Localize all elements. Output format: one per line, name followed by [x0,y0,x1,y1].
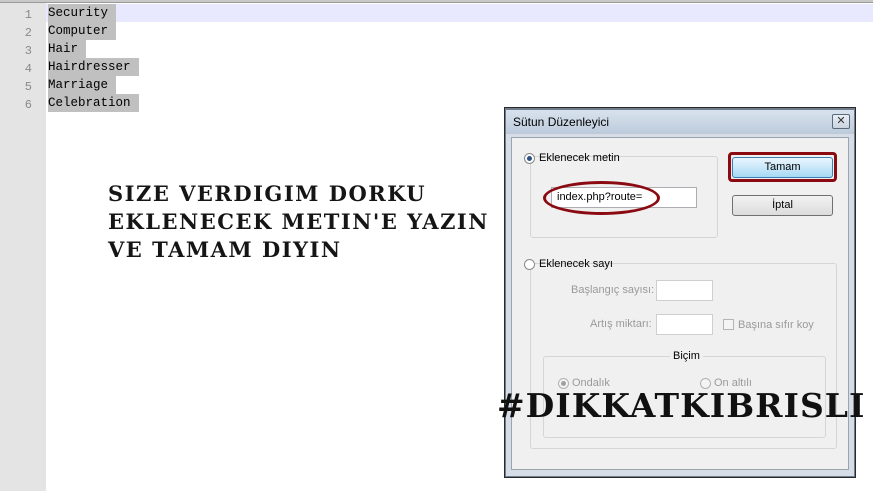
leading-zero-checkbox[interactable] [723,319,734,330]
leading-zero-label: Başına sıfır koy [738,319,814,331]
line-number: 1 [24,8,32,22]
number-option-radio[interactable] [524,259,535,270]
dialog-title: Sütun Düzenleyici [513,115,610,129]
text-option-radio[interactable] [524,153,535,164]
cancel-button[interactable]: İptal [732,195,833,216]
highlight-oval [543,181,660,215]
line-number: 6 [24,98,32,112]
hashtag-watermark: #DIKKATKIBRISLI [497,386,866,425]
code-line[interactable]: Marriage [48,76,117,94]
line-number: 5 [24,80,32,94]
line-number-gutter: 1 2 3 4 5 6 [0,3,46,491]
dialog-titlebar[interactable]: Sütun Düzenleyici [506,110,854,134]
start-number-input[interactable] [656,280,713,301]
increment-label: Artış miktarı: [590,318,652,330]
line-number: 2 [24,26,32,40]
instruction-annotation: Size verdigim dorku eklenecek metin'e ya… [108,180,489,264]
annotation-line: Size verdigim dorku [108,181,427,206]
line-number: 4 [24,62,32,76]
code-line[interactable]: Computer [48,22,117,40]
current-line-highlight [46,4,873,22]
code-line[interactable]: Hair [48,40,87,58]
code-line[interactable]: Security [48,4,117,22]
annotation-line: eklenecek metin'e yazin [108,209,489,234]
highlight-box [728,152,837,182]
code-line[interactable]: Hairdresser [48,58,139,76]
format-legend: Biçim [670,350,703,362]
text-option-label: Eklenecek metin [539,152,620,164]
annotation-line: ve tamam diyin [108,237,342,262]
number-option-label: Eklenecek sayı [539,258,613,270]
start-number-label: Başlangıç sayısı: [571,284,655,296]
line-number: 3 [24,44,32,58]
window-top-border [0,0,873,3]
increment-input[interactable] [656,314,713,335]
close-icon[interactable]: ✕ [832,114,850,129]
code-line[interactable]: Celebration [48,94,139,112]
